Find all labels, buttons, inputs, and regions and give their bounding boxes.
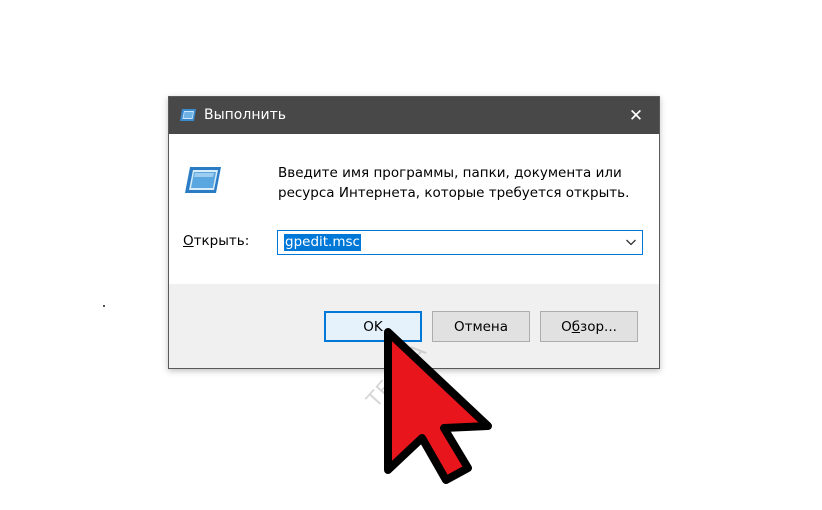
mouse-cursor-icon xyxy=(384,328,492,484)
close-button[interactable]: ✕ xyxy=(613,97,659,134)
open-combobox[interactable]: gpedit.msc xyxy=(277,230,643,255)
browse-label-post: зор... xyxy=(580,318,617,335)
open-label-rest: ткрыть: xyxy=(193,233,250,249)
dialog-title: Выполнить xyxy=(204,107,286,123)
run-program-icon xyxy=(185,167,221,193)
run-icon xyxy=(180,109,196,121)
browse-label-pre: О xyxy=(561,318,572,335)
prompt-text: Введите имя программы, папки, документа … xyxy=(278,165,630,201)
open-label-accel: О xyxy=(183,233,194,249)
open-input-value[interactable]: gpedit.msc xyxy=(284,234,361,251)
close-icon: ✕ xyxy=(628,105,644,126)
dialog-body: Введите имя программы, папки, документа … xyxy=(169,134,659,284)
browse-button[interactable]: Об зор... xyxy=(540,311,638,342)
title-bar[interactable]: Выполнить ✕ xyxy=(169,97,659,134)
browse-label-accel: б xyxy=(571,318,581,335)
open-label: Открыть: xyxy=(183,233,249,249)
screen: Выполнить ✕ Введите имя программы, папки… xyxy=(0,0,822,510)
stray-dot xyxy=(103,305,105,307)
chevron-down-icon[interactable] xyxy=(625,236,637,248)
ok-button-label: OK xyxy=(363,318,383,335)
